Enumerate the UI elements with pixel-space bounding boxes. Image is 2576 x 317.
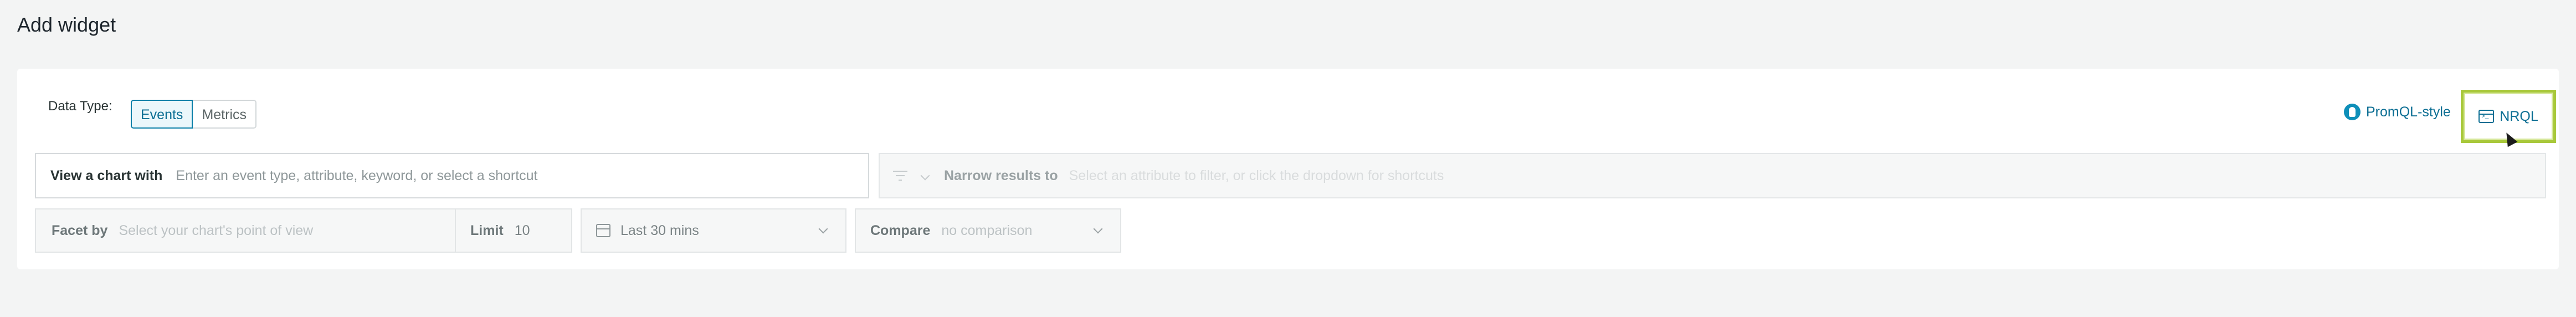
data-type-label: Data Type: (48, 99, 112, 114)
view-chart-with-placeholder: Enter an event type, attribute, keyword,… (176, 167, 538, 183)
limit-input[interactable]: Limit 10 (455, 208, 572, 253)
time-range-value: Last 30 mins (620, 222, 699, 238)
limit-label: Limit (470, 222, 504, 238)
data-type-toggle: Events Metrics (131, 100, 256, 129)
narrow-results-label: Narrow results to (944, 167, 1058, 183)
narrow-results-input[interactable]: Narrow results to Select an attribute to… (879, 153, 2546, 198)
nrql-label: NRQL (2500, 108, 2538, 124)
chevron-down-icon (818, 224, 828, 234)
data-type-events-button[interactable]: Events (131, 100, 193, 129)
compare-placeholder: no comparison (941, 222, 1033, 238)
view-chart-with-input[interactable]: View a chart with Enter an event type, a… (35, 153, 869, 198)
data-type-metrics-button[interactable]: Metrics (193, 100, 256, 129)
prometheus-icon (2344, 104, 2361, 120)
chevron-down-icon (1093, 224, 1103, 234)
facet-by-placeholder: Select your chart's point of view (119, 222, 314, 238)
compare-label: Compare (870, 222, 931, 238)
calendar-icon (596, 224, 610, 237)
compare-select[interactable]: Compare no comparison (855, 208, 1121, 253)
page-title: Add widget (17, 13, 116, 36)
terminal-icon (2478, 110, 2495, 123)
filter-icon[interactable] (893, 171, 907, 181)
chevron-down-icon[interactable] (920, 171, 930, 181)
view-chart-with-label: View a chart with (50, 167, 163, 183)
time-range-select[interactable]: Last 30 mins (581, 208, 846, 253)
limit-value: 10 (514, 222, 530, 238)
facet-by-input[interactable]: Facet by Select your chart's point of vi… (35, 208, 456, 253)
promql-style-label: PromQL-style (2366, 104, 2451, 120)
facet-by-label: Facet by (52, 222, 108, 238)
narrow-results-placeholder: Select an attribute to filter, or click … (1069, 167, 1444, 183)
promql-style-button[interactable]: PromQL-style (2344, 101, 2451, 123)
